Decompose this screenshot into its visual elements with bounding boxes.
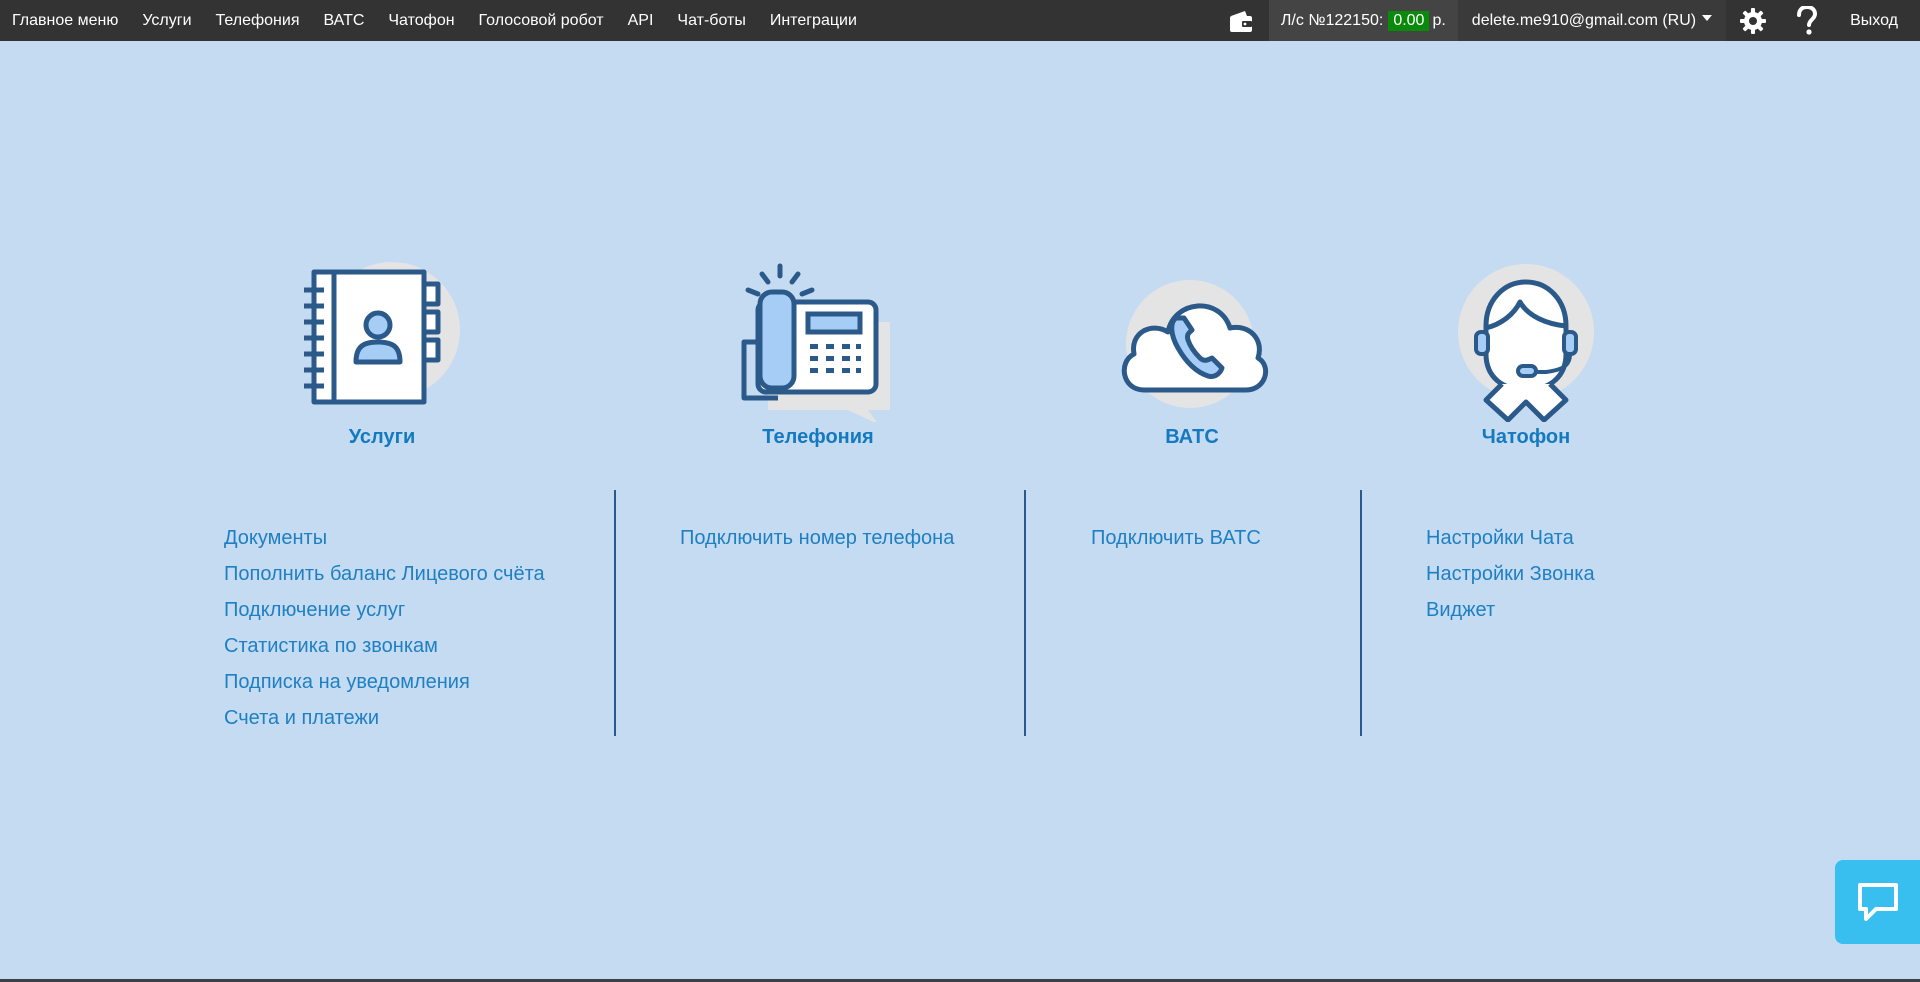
link-top-up-balance[interactable]: Пополнить баланс Лицевого счёта (224, 556, 545, 592)
user-dropdown[interactable]: delete.me910@gmail.com (RU) (1457, 0, 1727, 41)
chat-widget-button[interactable] (1835, 860, 1920, 944)
link-call-statistics[interactable]: Статистика по звонкам (224, 628, 545, 664)
category-title[interactable]: Услуги (349, 426, 416, 449)
category-telephony[interactable]: Телефония (738, 262, 898, 449)
link-call-settings[interactable]: Настройки Звонка (1426, 556, 1595, 592)
chatofon-links: Настройки Чата Настройки Звонка Виджет (1426, 520, 1595, 628)
category-chatofon[interactable]: Чатофон (1446, 262, 1606, 449)
telephony-links: Подключить номер телефона (680, 520, 954, 556)
question-icon[interactable] (1780, 0, 1834, 41)
link-chat-settings[interactable]: Настройки Чата (1426, 520, 1595, 556)
logout-link[interactable]: Выход (1834, 0, 1920, 41)
user-email: delete.me910@gmail.com (RU) (1471, 11, 1697, 29)
nav-right: Л/с №122150: 0.00 р. delete.me910@gmail.… (1213, 0, 1920, 41)
currency-label: р. (1432, 11, 1446, 29)
nav-item-chatbots[interactable]: Чат-боты (665, 0, 757, 41)
nav-item-chatofon[interactable]: Чатофон (376, 0, 466, 41)
wallet-icon[interactable] (1213, 0, 1269, 41)
category-title[interactable]: ВАТС (1165, 426, 1219, 449)
link-widget[interactable]: Виджет (1426, 592, 1595, 628)
nav-item-integrations[interactable]: Интеграции (758, 0, 869, 41)
link-connect-vats[interactable]: Подключить ВАТС (1091, 520, 1261, 556)
column-divider (614, 490, 616, 736)
vats-links: Подключить ВАТС (1091, 520, 1261, 556)
account-balance[interactable]: Л/с №122150: 0.00 р. (1268, 0, 1458, 41)
nav-item-api[interactable]: API (616, 0, 666, 41)
link-documents[interactable]: Документы (224, 520, 545, 556)
chevron-down-icon (1702, 14, 1713, 21)
chat-bubble-icon (1857, 883, 1898, 921)
nav-menu: Главное меню Услуги Телефония ВАТС Чатоф… (0, 0, 869, 41)
nav-item-vats[interactable]: ВАТС (312, 0, 377, 41)
operator-headset-icon (1458, 264, 1594, 422)
gear-icon[interactable] (1726, 0, 1780, 41)
category-vats[interactable]: ВАТС (1112, 262, 1272, 449)
nav-item-telephony[interactable]: Телефония (204, 0, 312, 41)
services-links: Документы Пополнить баланс Лицевого счёт… (224, 520, 545, 736)
desk-phone-icon (741, 263, 890, 422)
category-title[interactable]: Телефония (762, 426, 873, 449)
column-divider (1360, 490, 1362, 736)
top-navigation: Главное меню Услуги Телефония ВАТС Чатоф… (0, 0, 1920, 41)
category-title[interactable]: Чатофон (1482, 426, 1570, 449)
address-book-icon (304, 262, 460, 405)
nav-item-services[interactable]: Услуги (130, 0, 203, 41)
link-connect-services[interactable]: Подключение услуг (224, 592, 545, 628)
balance-value: 0.00 (1388, 10, 1430, 31)
link-connect-phone-number[interactable]: Подключить номер телефона (680, 520, 954, 556)
cloud-phone-icon (1121, 280, 1269, 408)
link-invoices-payments[interactable]: Счета и платежи (224, 700, 545, 736)
nav-item-voice-robot[interactable]: Голосовой робот (467, 0, 616, 41)
nav-item-main-menu[interactable]: Главное меню (0, 0, 130, 41)
link-notification-subscription[interactable]: Подписка на уведомления (224, 664, 545, 700)
account-label: Л/с №122150: (1280, 11, 1384, 29)
category-services[interactable]: Услуги (302, 262, 462, 449)
column-divider (1024, 490, 1026, 736)
